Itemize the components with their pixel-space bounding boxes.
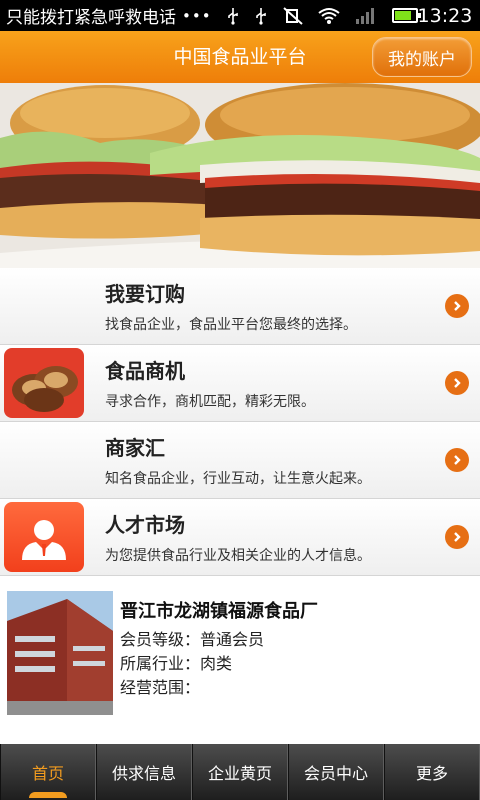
menu-item-desc: 寻求合作，商机匹配，精彩无限。 [105,394,315,410]
tab-label: 首页 [31,764,64,783]
tab-supply-demand[interactable]: 供求信息 [96,744,192,800]
business-scope: 经营范围： [120,678,201,697]
burger-banner-image [0,83,480,268]
my-account-button[interactable]: 我的账户 [372,37,472,77]
company-photo [7,591,113,715]
menu-item-title: 我要订购 [105,282,185,306]
app-header: 中国食品业平台 我的账户 [0,31,480,83]
company-industry: 所属行业：肉类 [120,654,233,673]
person-icon [4,502,84,572]
company-name[interactable]: 晋江市龙湖镇福源食品厂 [120,597,318,623]
menu-item-desc: 为您提供食品行业及相关企业的人才信息。 [105,548,371,564]
carrier-text: 只能拨打紧急呼救电话 [6,8,176,28]
tab-label: 供求信息 [111,764,176,783]
chevron-right-icon[interactable] [445,371,469,395]
menu-item-title: 人才市场 [105,513,185,537]
bottom-tab-bar: 首页 供求信息 企业黄页 会员中心 更多 [0,744,480,800]
menu-item-merchants[interactable]: 商家汇 知名食品企业，行业互动，让生意火起来。 [0,422,480,499]
tab-yellow-pages[interactable]: 企业黄页 [192,744,288,800]
usb-icon [227,7,238,25]
tab-label: 会员中心 [303,764,368,783]
menu-item-desc: 找食品企业，食品业平台您最终的选择。 [105,317,357,333]
tab-member-center[interactable]: 会员中心 [288,744,384,800]
active-tab-indicator [29,792,67,798]
chevron-right-icon[interactable] [445,294,469,318]
featured-company-card[interactable]: 晋江市龙湖镇福源食品厂 会员等级：普通会员 所属行业：肉类 经营范围： [0,577,480,733]
menu-item-desc: 知名食品企业，行业互动，让生意火起来。 [105,471,371,487]
menu-item-talent[interactable]: 人才市场 为您提供食品行业及相关企业的人才信息。 [0,499,480,576]
chevron-right-icon[interactable] [445,448,469,472]
signal-icon [355,7,374,24]
mute-icon [282,6,303,25]
banner-carousel[interactable] [0,83,480,268]
usb-icon [255,7,266,25]
battery-icon [391,8,421,23]
cookies-image [4,348,84,418]
menu-item-title: 商家汇 [105,436,165,460]
wifi-icon [317,7,340,24]
clock-time: 13:23 [417,4,473,27]
tab-more[interactable]: 更多 [384,744,480,800]
tab-label: 更多 [415,764,448,783]
menu-item-title: 食品商机 [105,359,185,383]
more-notifications-dots: ••• [182,6,212,25]
chevron-right-icon[interactable] [445,525,469,549]
menu-item-order[interactable]: 我要订购 找食品企业，食品业平台您最终的选择。 [0,268,480,345]
member-level: 会员等级：普通会员 [120,630,265,649]
menu-item-opportunities[interactable]: 食品商机 寻求合作，商机匹配，精彩无限。 [0,345,480,422]
tab-label: 企业黄页 [207,764,272,783]
tab-home[interactable]: 首页 [0,744,96,800]
status-bar: 只能拨打紧急呼救电话 ••• 13:23 [0,0,480,31]
